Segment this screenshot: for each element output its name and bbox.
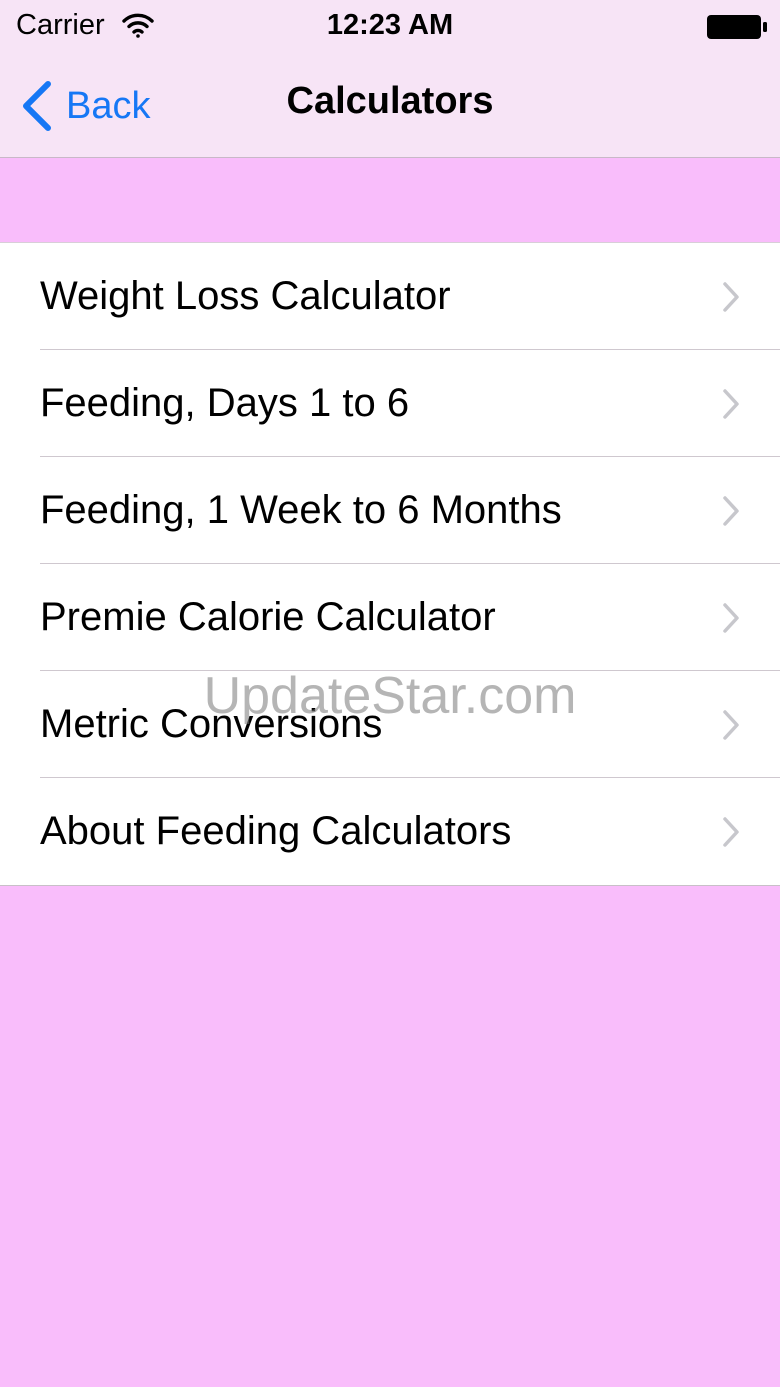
list-item-feeding-1-week-to-6-months[interactable]: Feeding, 1 Week to 6 Months [0,457,780,564]
list-item-premie-calorie-calculator[interactable]: Premie Calorie Calculator [0,564,780,671]
list-item-label: Metric Conversions [40,702,383,746]
navigation-header: Carrier 12:23 AM Back Calculators [0,0,780,158]
status-time: 12:23 AM [326,9,454,41]
list-item-label: Feeding, Days 1 to 6 [40,381,410,425]
list-item-about-feeding-calculators[interactable]: About Feeding Calculators [0,778,780,885]
chevron-right-icon [723,603,739,633]
list-item-label: Weight Loss Calculator [40,274,451,318]
list-item-metric-conversions[interactable]: Metric Conversions [0,671,780,778]
chevron-right-icon [723,710,739,740]
list-item-label: About Feeding Calculators [40,809,512,853]
battery-icon [707,15,767,39]
chevron-right-icon [723,496,739,526]
chevron-right-icon [723,389,739,419]
chevron-right-icon [723,282,739,312]
calculators-list: Weight Loss Calculator Feeding, Days 1 t… [0,242,780,886]
list-item-weight-loss-calculator[interactable]: Weight Loss Calculator [0,243,780,350]
chevron-left-icon [23,81,51,131]
back-button[interactable]: Back [18,78,150,134]
list-item-label: Premie Calorie Calculator [40,595,496,639]
chevron-right-icon [723,817,739,847]
list-item-label: Feeding, 1 Week to 6 Months [40,488,562,532]
list-item-feeding-days-1-to-6[interactable]: Feeding, Days 1 to 6 [0,350,780,457]
nav-bar: Back Calculators [0,54,780,157]
status-bar: Carrier 12:23 AM [0,0,780,54]
back-label: Back [66,84,151,127]
